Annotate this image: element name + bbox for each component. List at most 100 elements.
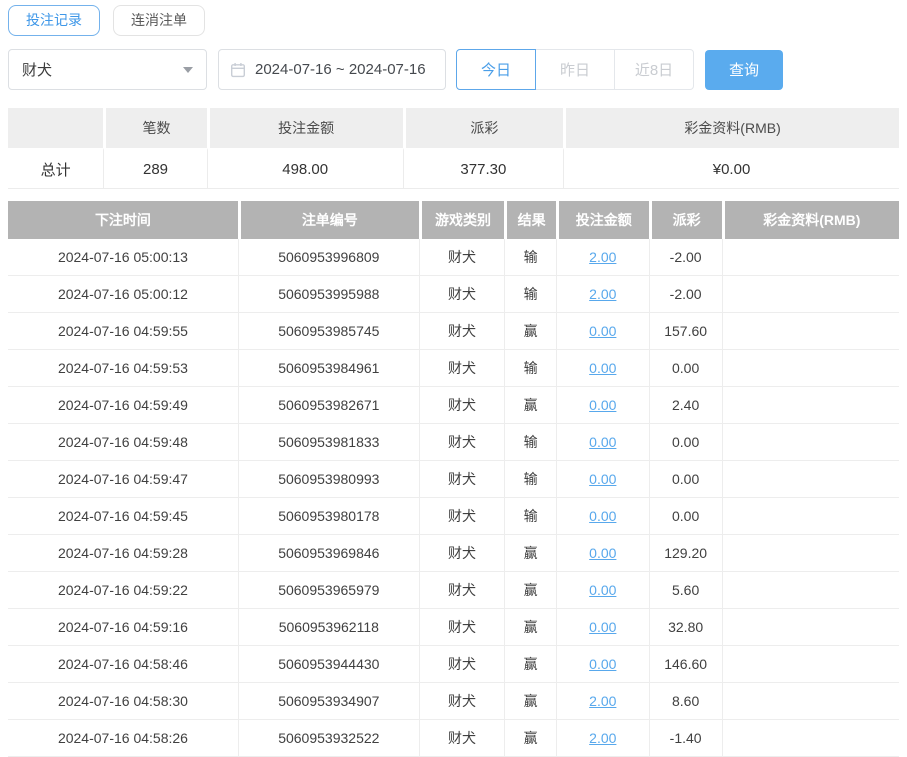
today-button[interactable]: 今日 (456, 49, 536, 90)
bet-amount-link[interactable]: 2.00 (589, 249, 616, 265)
bet-amount-cell: 2.00 (555, 720, 649, 757)
table-row: 2024-07-16 04:59:45 5060953980178 财犬 输 0… (8, 498, 899, 535)
bonus-cell (721, 683, 899, 720)
bet-amount-link[interactable]: 2.00 (589, 730, 616, 746)
bet-amount-link[interactable]: 0.00 (589, 397, 616, 413)
bonus-cell (721, 572, 899, 609)
bet-amount-link[interactable]: 0.00 (589, 508, 616, 524)
order-number-cell: 5060953934907 (237, 683, 419, 720)
bet-amount-cell: 2.00 (555, 276, 649, 313)
order-number-cell: 5060953944430 (237, 646, 419, 683)
quick-date-buttons: 今日 昨日 近8日 (456, 49, 694, 90)
search-button[interactable]: 查询 (705, 49, 783, 90)
bet-time-cell: 2024-07-16 04:59:16 (8, 609, 238, 646)
col-bet-amount: 投注金额 (555, 201, 649, 239)
bet-time-cell: 2024-07-16 05:00:12 (8, 276, 238, 313)
table-row: 2024-07-16 04:59:47 5060953980993 财犬 输 0… (8, 461, 899, 498)
bonus-cell (721, 535, 899, 572)
order-number-cell: 5060953996809 (237, 239, 419, 276)
payout-cell: 157.60 (648, 313, 722, 350)
bet-amount-link[interactable]: 0.00 (589, 656, 616, 672)
bet-time-cell: 2024-07-16 04:59:45 (8, 498, 238, 535)
payout-cell: 129.20 (648, 535, 722, 572)
table-row: 2024-07-16 04:58:30 5060953934907 财犬 赢 2… (8, 683, 899, 720)
game-select-value: 财犬 (22, 62, 53, 79)
records-header-row: 下注时间 注单编号 游戏类别 结果 投注金额 派彩 彩金资料(RMB) (8, 201, 899, 239)
game-type-cell: 财犬 (418, 276, 505, 313)
result-cell: 输 (504, 461, 556, 498)
bet-time-cell: 2024-07-16 04:58:30 (8, 683, 238, 720)
order-number-cell: 5060953981833 (237, 424, 419, 461)
payout-cell: 0.00 (648, 498, 722, 535)
bet-time-cell: 2024-07-16 05:00:13 (8, 239, 238, 276)
yesterday-button[interactable]: 昨日 (535, 49, 615, 90)
payout-cell: 0.00 (648, 350, 722, 387)
game-type-cell: 财犬 (418, 387, 505, 424)
result-cell: 输 (504, 350, 556, 387)
bet-time-cell: 2024-07-16 04:59:47 (8, 461, 238, 498)
table-row: 2024-07-16 04:58:46 5060953944430 财犬 赢 0… (8, 646, 899, 683)
bet-amount-link[interactable]: 0.00 (589, 582, 616, 598)
tab-cancelled-orders[interactable]: 连消注单 (113, 5, 205, 36)
summary-col-bonus: 彩金资料(RMB) (563, 108, 899, 148)
payout-cell: 0.00 (648, 461, 722, 498)
bonus-cell (721, 350, 899, 387)
bet-amount-cell: 0.00 (555, 498, 649, 535)
table-row: 2024-07-16 05:00:12 5060953995988 财犬 输 2… (8, 276, 899, 313)
date-range-input[interactable]: 2024-07-16 ~ 2024-07-16 (218, 49, 446, 90)
bonus-cell (721, 609, 899, 646)
records-table-body: 2024-07-16 05:00:13 5060953996809 财犬 输 2… (8, 239, 899, 757)
bet-amount-cell: 0.00 (555, 646, 649, 683)
bet-amount-link[interactable]: 0.00 (589, 434, 616, 450)
bet-amount-cell: 0.00 (555, 609, 649, 646)
bet-time-cell: 2024-07-16 04:58:46 (8, 646, 238, 683)
summary-col-count: 笔数 (103, 108, 207, 148)
bonus-cell (721, 424, 899, 461)
date-range-value: 2024-07-16 ~ 2024-07-16 (255, 61, 426, 78)
game-type-cell: 财犬 (418, 424, 505, 461)
bet-time-cell: 2024-07-16 04:59:53 (8, 350, 238, 387)
bet-amount-link[interactable]: 0.00 (589, 545, 616, 561)
game-type-cell: 财犬 (418, 572, 505, 609)
summary-header-row: 笔数 投注金额 派彩 彩金资料(RMB) (8, 108, 899, 148)
bet-amount-cell: 0.00 (555, 350, 649, 387)
bet-amount-link[interactable]: 0.00 (589, 471, 616, 487)
result-cell: 赢 (504, 572, 556, 609)
bonus-cell (721, 313, 899, 350)
game-type-cell: 财犬 (418, 720, 505, 757)
col-result: 结果 (504, 201, 556, 239)
bonus-cell (721, 387, 899, 424)
caret-down-icon (183, 66, 193, 73)
table-row: 2024-07-16 04:59:28 5060953969846 财犬 赢 0… (8, 535, 899, 572)
tab-bet-records[interactable]: 投注记录 (8, 5, 100, 36)
payout-cell: 8.60 (648, 683, 722, 720)
table-row: 2024-07-16 04:59:16 5060953962118 财犬 赢 0… (8, 609, 899, 646)
summary-col-bet-amount: 投注金额 (206, 108, 403, 148)
game-type-cell: 财犬 (418, 350, 505, 387)
game-type-cell: 财犬 (418, 609, 505, 646)
game-type-cell: 财犬 (418, 313, 505, 350)
game-select[interactable]: 财犬 (8, 49, 207, 90)
payout-cell: -1.40 (648, 720, 722, 757)
summary-total-row: 总计 289 498.00 377.30 ¥0.00 (8, 148, 899, 189)
bonus-cell (721, 498, 899, 535)
col-bet-time: 下注时间 (8, 201, 238, 239)
bonus-cell (721, 276, 899, 313)
last-8-days-button[interactable]: 近8日 (614, 49, 694, 90)
bet-amount-link[interactable]: 0.00 (589, 323, 616, 339)
col-game-type: 游戏类别 (418, 201, 505, 239)
order-number-cell: 5060953984961 (237, 350, 419, 387)
bet-amount-cell: 0.00 (555, 387, 649, 424)
result-cell: 赢 (504, 387, 556, 424)
bet-amount-link[interactable]: 2.00 (589, 286, 616, 302)
bet-amount-link[interactable]: 2.00 (589, 693, 616, 709)
bet-amount-cell: 0.00 (555, 535, 649, 572)
order-number-cell: 5060953980993 (237, 461, 419, 498)
bet-amount-link[interactable]: 0.00 (589, 360, 616, 376)
bet-amount-link[interactable]: 0.00 (589, 619, 616, 635)
order-number-cell: 5060953932522 (237, 720, 419, 757)
table-row: 2024-07-16 04:58:26 5060953932522 财犬 赢 2… (8, 720, 899, 757)
game-type-cell: 财犬 (418, 461, 505, 498)
result-cell: 赢 (504, 609, 556, 646)
col-payout: 派彩 (648, 201, 722, 239)
